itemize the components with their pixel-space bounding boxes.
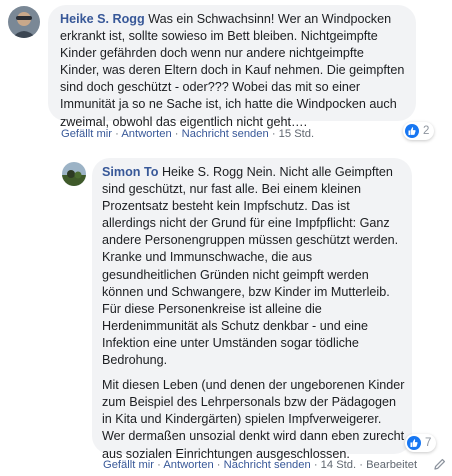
- reply-text-paragraph-2: Mit diesen Leben (und denen der ungebore…: [102, 378, 405, 461]
- like-icon: [407, 436, 421, 450]
- like-button[interactable]: Gefällt mir: [103, 459, 154, 471]
- reaction-count: 7: [425, 437, 432, 449]
- comment-actions: Gefällt mir · Antworten · Nachricht send…: [61, 128, 315, 140]
- reply-button[interactable]: Antworten: [163, 459, 213, 471]
- timestamp[interactable]: 15 Std.: [279, 128, 314, 140]
- reply-text-paragraph-1: Heike S. Rogg Nein. Nicht alle Geimpften…: [102, 165, 399, 368]
- edited-label[interactable]: Bearbeitet: [366, 459, 417, 471]
- reaction-summary[interactable]: 7: [405, 434, 437, 452]
- like-icon: [405, 124, 419, 138]
- reply-bubble: Simon To Heike S. Rogg Nein. Nicht alle …: [92, 158, 412, 461]
- comment-bubble: Heike S. Rogg Was ein Schwachsinn! Wer a…: [48, 5, 416, 129]
- send-message-button[interactable]: Nachricht senden: [224, 459, 311, 471]
- send-message-button[interactable]: Nachricht senden: [182, 128, 269, 140]
- pencil-icon[interactable]: [433, 457, 447, 471]
- avatar-simon[interactable]: [62, 162, 86, 186]
- reaction-summary[interactable]: 2: [403, 122, 435, 140]
- reply-author[interactable]: Simon To: [102, 165, 158, 179]
- like-button[interactable]: Gefällt mir: [61, 128, 112, 140]
- reaction-count: 2: [423, 125, 430, 137]
- comment-text: Was ein Schwachsinn! Wer an Windpocken e…: [60, 12, 405, 129]
- reply-actions: Gefällt mir · Antworten · Nachricht send…: [103, 459, 418, 471]
- comment-author[interactable]: Heike S. Rogg: [60, 12, 145, 26]
- timestamp[interactable]: 14 Std.: [321, 459, 356, 471]
- avatar-heike[interactable]: [8, 6, 40, 38]
- reply-button[interactable]: Antworten: [121, 128, 171, 140]
